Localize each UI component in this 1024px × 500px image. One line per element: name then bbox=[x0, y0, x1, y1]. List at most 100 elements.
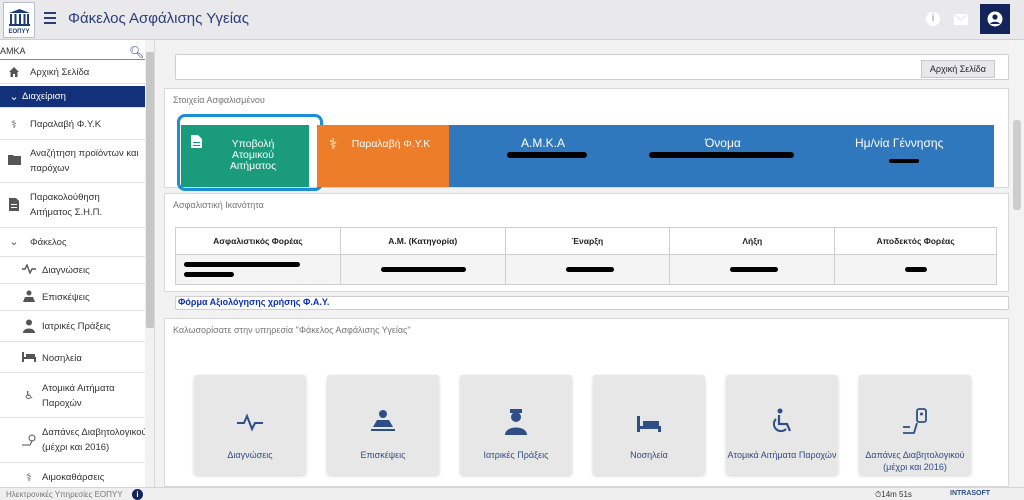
receive-fyk-card[interactable]: ⚕ Παραλαβή Φ.Υ.Κ bbox=[317, 125, 449, 187]
sidebar-item-receive-fyk[interactable]: ⚕ Παραλαβή Φ.Υ.Κ bbox=[0, 110, 145, 140]
app-title: Φάκελος Ασφάλισης Υγείας bbox=[68, 10, 249, 27]
doctor-icon bbox=[22, 319, 36, 333]
sidebar-item-dialysis[interactable]: ⚕ Αιμοκαθάρσεις bbox=[0, 464, 145, 487]
sidebar-item-hospitalization[interactable]: Νοσηλεία bbox=[0, 343, 145, 373]
sidebar-item-search-products[interactable]: Αναζήτηση προϊόντων και παρόχων bbox=[0, 141, 145, 183]
tile-hospitalization[interactable]: Νοσηλεία bbox=[593, 375, 705, 475]
footer-text: Ηλεκτρονικές Υπηρεσίες ΕΟΠΥΥ bbox=[6, 490, 123, 499]
logo-text: ΕΟΠΥΥ bbox=[8, 29, 30, 35]
insured-info-bar: Α.Μ.Κ.Α Όνομα Ημ/νία Γέννησης bbox=[449, 125, 994, 187]
search-icon[interactable]: 🔍︎ bbox=[129, 45, 144, 59]
coverage-section-title: Ασφαλιστική Ικανότητα bbox=[173, 200, 264, 210]
breadcrumb: Αρχική Σελίδα bbox=[175, 54, 1009, 80]
accepted-redacted bbox=[905, 267, 928, 272]
menu-icon[interactable] bbox=[44, 12, 56, 26]
pulse-icon bbox=[22, 263, 36, 278]
sidebar-item-label: Διαχείριση bbox=[22, 91, 66, 102]
user-account-button[interactable] bbox=[980, 4, 1010, 34]
birthdate-header: Ημ/νία Γέννησης bbox=[855, 136, 944, 150]
doctor-icon bbox=[505, 409, 527, 435]
sidebar-item-label: Παραλαβή Φ.Υ.Κ bbox=[30, 119, 102, 130]
tile-label: Ιατρικές Πράξεις bbox=[483, 450, 549, 460]
col-accepted-insurer: Αποδεκτός Φορέας bbox=[834, 227, 997, 255]
dialysis-icon: ⚕ bbox=[26, 472, 32, 484]
sidebar-scroll-thumb[interactable] bbox=[146, 52, 154, 328]
sidebar-item-label: Αιμοκαθάρσεις bbox=[42, 472, 105, 483]
sidebar-item-label: Νοσηλεία bbox=[42, 353, 82, 364]
pulse-icon bbox=[237, 413, 263, 432]
tile-label: Επισκέψεις bbox=[360, 450, 406, 460]
receive-fyk-label: Παραλαβή Φ.Υ.Κ bbox=[351, 138, 431, 150]
pharmacy-icon: ⚕ bbox=[329, 136, 338, 153]
info-icon[interactable]: i bbox=[132, 489, 143, 500]
page-scroll-thumb[interactable] bbox=[1013, 120, 1021, 210]
tile-individual-requests[interactable]: Ατομικά Αιτήματα Παροχών bbox=[726, 375, 838, 475]
sidebar-item-label: Παρακολούθηση Αιτήματος Σ.Η.Π. bbox=[30, 192, 103, 218]
sidebar: ΑΜΚΑ 🔍︎ Αρχική Σελίδα ⌄ Διαχείριση ⚕ Παρ… bbox=[0, 40, 155, 487]
info-icon[interactable]: i bbox=[926, 12, 940, 26]
tile-visits[interactable]: Επισκέψεις bbox=[327, 375, 439, 475]
sidebar-item-folder[interactable]: ⌄ Φάκελος bbox=[0, 229, 145, 257]
home-icon bbox=[7, 66, 21, 80]
sidebar-item-label: Ατομικά Αιτήματα Παροχών bbox=[42, 383, 115, 409]
col-insurer: Ασφαλιστικός Φορέας bbox=[175, 227, 341, 255]
visit-icon bbox=[371, 410, 395, 431]
sidebar-scrollbar[interactable] bbox=[145, 40, 154, 487]
search-input[interactable]: ΑΜΚΑ bbox=[0, 46, 26, 56]
sidebar-item-individual-requests[interactable]: ♿︎ Ατομικά Αιτήματα Παροχών bbox=[0, 374, 145, 418]
top-bar: ΕΟΠΥΥ Φάκελος Ασφάλισης Υγείας i bbox=[0, 0, 1024, 40]
amka-search[interactable]: ΑΜΚΑ 🔍︎ bbox=[0, 44, 145, 60]
name-header: Όνομα bbox=[705, 136, 741, 150]
am-redacted bbox=[380, 267, 466, 272]
diabetes-icon bbox=[903, 408, 927, 434]
chevron-down-icon: ⌄ bbox=[9, 91, 19, 103]
wheelchair-icon bbox=[772, 408, 792, 433]
welcome-title: Καλωσορίσατε στην υπηρεσία "Φάκελος Ασφά… bbox=[173, 325, 411, 335]
sidebar-item-home[interactable]: Αρχική Σελίδα bbox=[0, 62, 145, 84]
brand-logo: INTRASOFT bbox=[950, 490, 991, 497]
sidebar-item-label: Διαγνώσεις bbox=[42, 265, 90, 276]
insurer-redacted bbox=[184, 262, 300, 267]
sidebar-item-visits[interactable]: Επισκέψεις bbox=[0, 285, 145, 311]
insured-panel: Στοιχεία Ασφαλισμένου Υποβολή Ατομικού Α… bbox=[164, 88, 1009, 191]
footer: Ηλεκτρονικές Υπηρεσίες ΕΟΠΥΥ i ⏱︎14m 51s… bbox=[0, 487, 1024, 500]
amka-header: Α.Μ.Κ.Α bbox=[521, 136, 566, 150]
page-scrollbar[interactable] bbox=[1010, 40, 1024, 487]
document-icon bbox=[7, 198, 21, 212]
sidebar-item-label: Ιατρικές Πράξεις bbox=[42, 321, 111, 332]
eopyy-logo[interactable]: ΕΟΠΥΥ bbox=[3, 2, 35, 38]
sidebar-item-label: Φάκελος bbox=[30, 237, 67, 248]
tile-diagnoses[interactable]: Διαγνώσεις bbox=[194, 375, 306, 475]
evaluation-form-bar: Φόρμα Αξιολόγησης χρήσης Φ.Α.Υ. bbox=[175, 296, 1009, 310]
sidebar-item-management[interactable]: ⌄ Διαχείριση bbox=[0, 86, 145, 108]
sidebar-item-label: Αρχική Σελίδα bbox=[30, 67, 90, 78]
col-start: Έναρξη bbox=[504, 227, 671, 255]
tile-diabetes-costs[interactable]: Δαπάνες Διαβητολογικού (μέχρι και 2016) bbox=[859, 375, 971, 475]
sidebar-item-track-request[interactable]: Παρακολούθηση Αιτήματος Σ.Η.Π. bbox=[0, 184, 145, 228]
welcome-panel: Καλωσορίσατε στην υπηρεσία "Φάκελος Ασφά… bbox=[164, 318, 1009, 487]
birthdate-value-redacted bbox=[889, 159, 919, 163]
session-timer: ⏱︎14m 51s bbox=[875, 490, 912, 499]
start-redacted bbox=[565, 267, 614, 272]
sidebar-item-medical-acts[interactable]: Ιατρικές Πράξεις bbox=[0, 312, 145, 342]
evaluation-form-link[interactable]: Φόρμα Αξιολόγησης χρήσης Φ.Α.Υ. bbox=[178, 297, 329, 307]
pharmacy-icon: ⚕ bbox=[11, 119, 17, 131]
home-button[interactable]: Αρχική Σελίδα bbox=[920, 60, 995, 78]
sidebar-item-diabetes-costs[interactable]: Δαπάνες Διαβητολογικού (μέχρι και 2016) bbox=[0, 419, 147, 463]
user-icon bbox=[987, 11, 1003, 27]
sidebar-item-diagnoses[interactable]: Διαγνώσεις bbox=[0, 258, 145, 284]
visit-icon bbox=[22, 290, 36, 304]
mail-icon[interactable] bbox=[954, 14, 968, 25]
name-value-redacted bbox=[649, 152, 794, 158]
highlight-ring bbox=[177, 114, 323, 191]
wheelchair-icon: ♿︎ bbox=[24, 390, 34, 402]
bed-icon bbox=[637, 416, 661, 432]
coverage-panel: Ασφαλιστική Ικανότητα Ασφαλιστικός Φορέα… bbox=[164, 193, 1009, 292]
bed-icon bbox=[22, 352, 36, 366]
tile-label: Διαγνώσεις bbox=[227, 450, 273, 460]
tile-label: Δαπάνες Διαβητολογικού (μέχρι και 2016) bbox=[865, 450, 965, 472]
tile-medical-acts[interactable]: Ιατρικές Πράξεις bbox=[460, 375, 572, 475]
tile-label: Νοσηλεία bbox=[630, 450, 668, 460]
insurer-redacted bbox=[184, 272, 234, 277]
table-row bbox=[175, 254, 997, 285]
